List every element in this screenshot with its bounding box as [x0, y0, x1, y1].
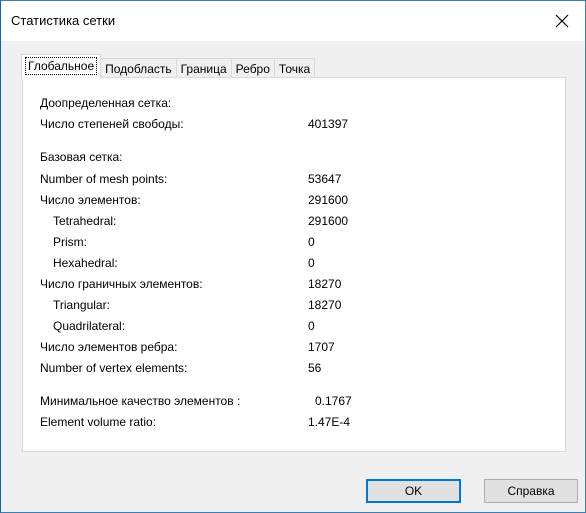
mesh-statistics-dialog: Статистика сетки Глобальное Подобласть Г…: [0, 0, 586, 513]
stat-row-prism: Prism: 0: [53, 233, 315, 251]
stat-label: Number of mesh points:: [40, 172, 168, 186]
stat-row-mesh-points: Number of mesh points: 53647: [40, 170, 341, 188]
stat-value: 0: [308, 319, 315, 333]
tab-global[interactable]: Глобальное: [21, 54, 102, 79]
stat-row-tetrahedral: Tetrahedral: 291600: [53, 212, 348, 230]
stat-row-min-quality: Минимальное качество элементов : 0.1767: [40, 392, 352, 410]
tab-strip: Глобальное Подобласть Граница Ребро Точк…: [21, 53, 316, 79]
stat-label: Prism:: [53, 235, 87, 249]
stat-value: 56: [308, 361, 322, 375]
stat-row-dof: Число степеней свободы: 401397: [40, 115, 348, 133]
stat-row-hexahedral: Hexahedral: 0: [53, 254, 315, 272]
stat-value: 291600: [308, 193, 349, 207]
stat-value: 1707: [308, 340, 335, 354]
stat-value: 0: [308, 235, 315, 249]
stat-row-volume-ratio: Element volume ratio: 1.47E-4: [40, 413, 350, 431]
ok-button[interactable]: OK: [366, 479, 461, 503]
tab-boundary[interactable]: Граница: [175, 58, 232, 79]
base-mesh-header: Базовая сетка:: [40, 150, 123, 164]
stat-label: Минимальное качество элементов :: [40, 394, 241, 408]
stat-value: 18270: [308, 277, 342, 291]
stat-label: Tetrahedral:: [53, 214, 117, 228]
stat-value: 0.1767: [315, 394, 352, 408]
stat-label: Quadrilateral:: [53, 319, 126, 333]
stat-label: Число степеней свободы:: [40, 117, 184, 131]
stat-label: Triangular:: [53, 298, 110, 312]
stat-value: 0: [308, 256, 315, 270]
stat-value: 401397: [308, 117, 349, 131]
stat-row-vertex-elements: Number of vertex elements: 56: [40, 359, 321, 377]
stat-label: Число граничных элементов:: [40, 277, 203, 291]
stat-label: Hexahedral:: [53, 256, 118, 270]
stat-value: 18270: [308, 298, 342, 312]
stat-value: 291600: [308, 214, 349, 228]
close-icon: [555, 14, 569, 28]
stat-row-elements: Число элементов: 291600: [40, 191, 348, 209]
stat-row-boundary-elements: Число граничных элементов: 18270: [40, 275, 341, 293]
help-button[interactable]: Справка: [484, 479, 578, 503]
stat-row-quadrilateral: Quadrilateral: 0: [53, 317, 315, 335]
stat-value: 53647: [308, 172, 342, 186]
tab-point[interactable]: Точка: [273, 58, 316, 79]
stat-row-edge-elements: Число элементов ребра: 1707: [40, 338, 335, 356]
stat-label: Число элементов ребра:: [40, 340, 178, 354]
stat-row-triangular: Triangular: 18270: [53, 296, 341, 314]
tab-edge[interactable]: Ребро: [230, 58, 275, 79]
tab-subdomain[interactable]: Подобласть: [100, 58, 177, 79]
global-stats-panel: Доопределенная сетка: Число степеней сво…: [22, 77, 566, 452]
stat-label: Number of vertex elements:: [40, 361, 188, 375]
title-bar: Статистика сетки: [1, 1, 585, 41]
refined-mesh-header: Доопределенная сетка:: [40, 96, 172, 110]
stat-label: Element volume ratio:: [40, 415, 157, 429]
dialog-title: Статистика сетки: [11, 13, 116, 28]
stat-value: 1.47E-4: [308, 415, 351, 429]
close-button[interactable]: [539, 1, 585, 41]
stat-label: Число элементов:: [40, 193, 141, 207]
